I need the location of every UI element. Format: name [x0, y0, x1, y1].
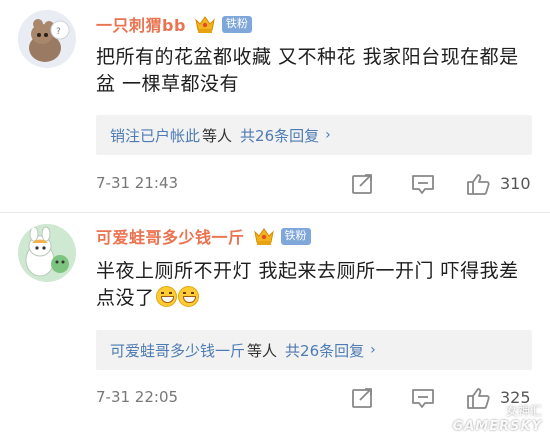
like-button[interactable] [465, 172, 491, 196]
avatar-image [18, 224, 76, 282]
comment-header: 可爱蛙哥多少钱一斤 铁粉 [96, 222, 311, 250]
comment-icon [412, 175, 434, 194]
comment-button[interactable] [410, 172, 436, 196]
avatar-image: ? [18, 10, 76, 68]
reply-count-link[interactable]: 共26条回复 [240, 125, 319, 146]
watermark-top: 女神汇 [453, 402, 542, 419]
comment-item: ? 一只刺猬bb 铁粉 把所有的花盆都收藏 又不种花 我家阳台现在都是盆 一棵草… [0, 0, 550, 214]
reply-summary-box[interactable]: 销注已户帐此 等人 共26条回复 › [96, 115, 532, 155]
share-icon [352, 174, 372, 194]
reply-username[interactable]: 可爱蛙哥多少钱一斤 [110, 340, 245, 361]
watermark-line1: 女神汇 [505, 404, 542, 418]
share-button[interactable] [350, 172, 376, 196]
wechat-icon [488, 404, 502, 417]
username[interactable]: 可爱蛙哥多少钱一斤 [96, 224, 245, 248]
reply-others-text: 等人 [247, 341, 278, 360]
comment-icon [412, 389, 434, 408]
chevron-right-icon: › [370, 342, 376, 358]
username[interactable]: 一只刺猬bb [96, 12, 186, 36]
avatar[interactable] [18, 224, 76, 282]
comment-text: 半夜上厕所不开灯 我起来去厕所一开门 吓得我差点没了 [96, 258, 536, 312]
chevron-right-icon: › [325, 127, 331, 143]
comment-meta: 7-31 21:43 310 [0, 170, 550, 200]
reply-count-link[interactable]: 共26条回复 [285, 340, 364, 361]
timestamp: 7-31 21:43 [96, 174, 179, 192]
comment-header: 一只刺猬bb 铁粉 [96, 10, 252, 38]
fan-badge: 铁粉 [280, 227, 311, 245]
grin-emoji-icon [177, 286, 199, 307]
like-icon [467, 174, 490, 195]
comment-button[interactable] [410, 386, 436, 410]
reply-summary-box[interactable]: 可爱蛙哥多少钱一斤 等人 共26条回复 › [96, 330, 532, 370]
comment-text-content: 把所有的花盆都收藏 又不种花 我家阳台现在都是盆 一棵草都没有 [96, 46, 519, 95]
reply-username[interactable]: 销注已户帐此 [110, 125, 200, 146]
avatar[interactable]: ? [18, 10, 76, 68]
share-icon [352, 388, 372, 408]
comment-text: 把所有的花盆都收藏 又不种花 我家阳台现在都是盆 一棵草都没有 [96, 44, 536, 98]
fan-badge: 铁粉 [221, 15, 252, 33]
crown-icon [253, 228, 274, 245]
like-count: 310 [500, 174, 531, 193]
reply-others-text: 等人 [202, 126, 233, 145]
timestamp: 7-31 22:05 [96, 388, 179, 406]
svg-text:?: ? [56, 27, 61, 37]
grin-emoji-icon [155, 286, 177, 307]
watermark-line2: GAMERSKY [452, 419, 542, 434]
crown-icon [195, 16, 215, 33]
watermark: 女神汇 GAMERSKY [453, 402, 542, 434]
divider [0, 212, 550, 213]
share-button[interactable] [350, 386, 376, 410]
